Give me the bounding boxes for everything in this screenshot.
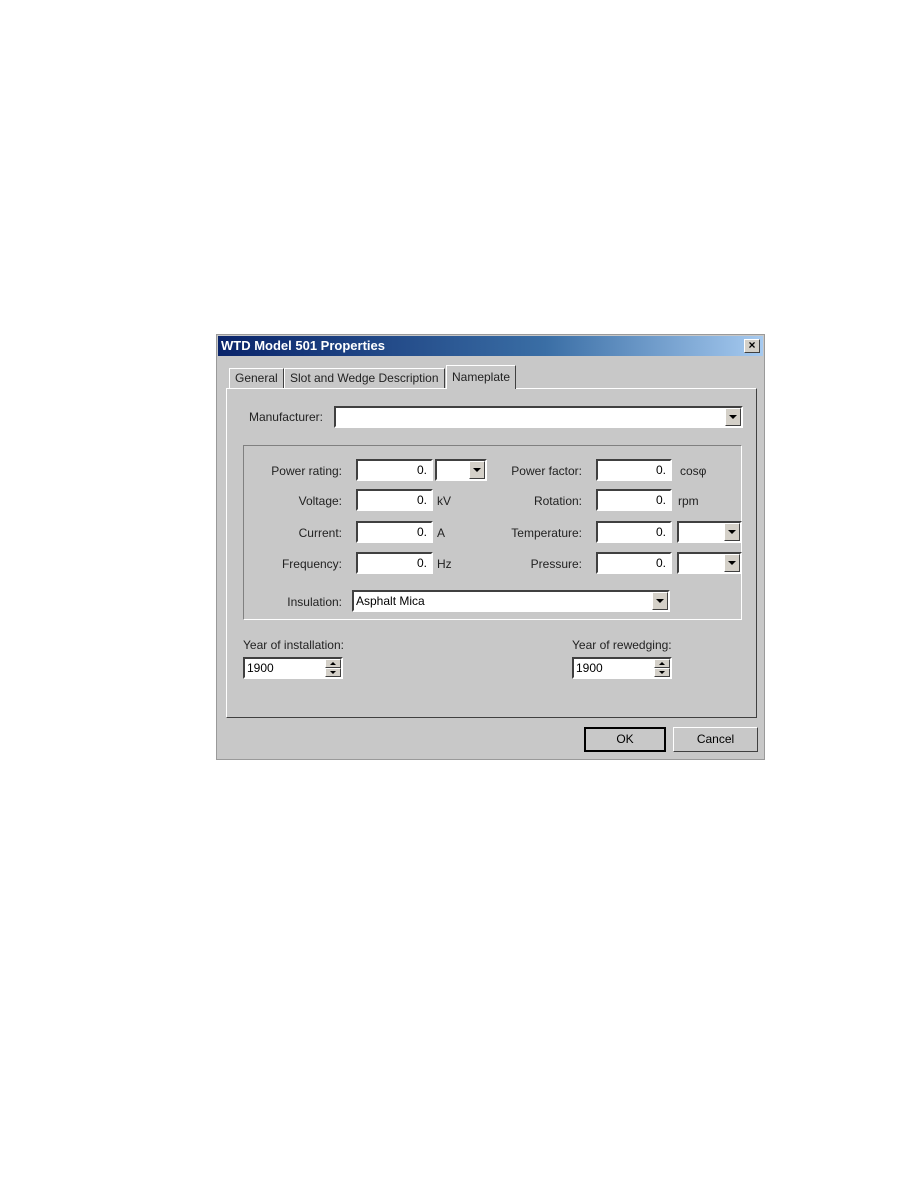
chevron-down-icon[interactable] bbox=[725, 408, 741, 426]
chevron-down-icon[interactable] bbox=[469, 461, 485, 479]
cancel-button[interactable]: Cancel bbox=[673, 727, 758, 752]
voltage-unit: kV bbox=[437, 494, 452, 508]
temperature-input[interactable]: 0. bbox=[596, 521, 672, 543]
year-of-installation-spinner[interactable]: 1900 bbox=[243, 657, 343, 679]
tab-slot-and-wedge-description[interactable]: Slot and Wedge Description bbox=[284, 368, 445, 388]
manufacturer-label: Manufacturer: bbox=[248, 410, 323, 424]
frequency-unit: Hz bbox=[437, 557, 452, 571]
frequency-input[interactable]: 0. bbox=[356, 552, 433, 574]
tab-general[interactable]: General bbox=[229, 368, 284, 388]
current-input[interactable]: 0. bbox=[356, 521, 433, 543]
power-factor-unit: cosφ bbox=[680, 464, 707, 478]
voltage-label: Voltage: bbox=[298, 494, 342, 508]
manufacturer-combobox[interactable] bbox=[334, 406, 743, 428]
insulation-combobox[interactable]: Asphalt Mica bbox=[352, 590, 670, 612]
title-bar[interactable]: WTD Model 501 Properties × bbox=[218, 336, 763, 356]
power-rating-unit-select[interactable] bbox=[435, 459, 487, 481]
rotation-input[interactable]: 0. bbox=[596, 489, 672, 511]
power-factor-label: Power factor: bbox=[511, 464, 582, 478]
year-of-rewedging-spinner[interactable]: 1900 bbox=[572, 657, 672, 679]
tab-nameplate[interactable]: Nameplate bbox=[446, 365, 517, 389]
nameplate-panel: Manufacturer: Power rating: 0. Voltage: … bbox=[226, 388, 757, 718]
spin-up-icon[interactable] bbox=[654, 659, 670, 668]
spin-down-icon[interactable] bbox=[654, 668, 670, 677]
rotation-label: Rotation: bbox=[533, 494, 582, 508]
temperature-unit-select[interactable] bbox=[677, 521, 742, 543]
pressure-unit-select[interactable] bbox=[677, 552, 742, 574]
chevron-down-icon[interactable] bbox=[724, 523, 740, 541]
year-of-rewedging-label: Year of rewedging: bbox=[572, 638, 672, 652]
power-factor-input[interactable]: 0. bbox=[596, 459, 672, 481]
dialog-title: WTD Model 501 Properties bbox=[221, 338, 385, 353]
spin-down-icon[interactable] bbox=[325, 668, 341, 677]
close-button[interactable]: × bbox=[744, 339, 760, 353]
ratings-group: Power rating: 0. Voltage: 0. kV Current:… bbox=[243, 445, 742, 620]
insulation-label: Insulation: bbox=[287, 595, 342, 609]
chevron-down-icon[interactable] bbox=[724, 554, 740, 572]
ok-button[interactable]: OK bbox=[584, 727, 666, 752]
voltage-input[interactable]: 0. bbox=[356, 489, 433, 511]
rotation-unit: rpm bbox=[678, 494, 699, 508]
properties-dialog: WTD Model 501 Properties × General Slot … bbox=[216, 334, 765, 760]
spin-up-icon[interactable] bbox=[325, 659, 341, 668]
close-icon: × bbox=[748, 338, 756, 352]
chevron-down-icon[interactable] bbox=[652, 592, 668, 610]
current-label: Current: bbox=[298, 526, 342, 540]
pressure-label: Pressure: bbox=[530, 557, 582, 571]
current-unit: A bbox=[437, 526, 446, 540]
pressure-input[interactable]: 0. bbox=[596, 552, 672, 574]
temperature-label: Temperature: bbox=[511, 526, 582, 540]
power-rating-label: Power rating: bbox=[271, 464, 342, 478]
year-of-installation-label: Year of installation: bbox=[243, 638, 344, 652]
power-rating-input[interactable]: 0. bbox=[356, 459, 433, 481]
frequency-label: Frequency: bbox=[281, 557, 342, 571]
